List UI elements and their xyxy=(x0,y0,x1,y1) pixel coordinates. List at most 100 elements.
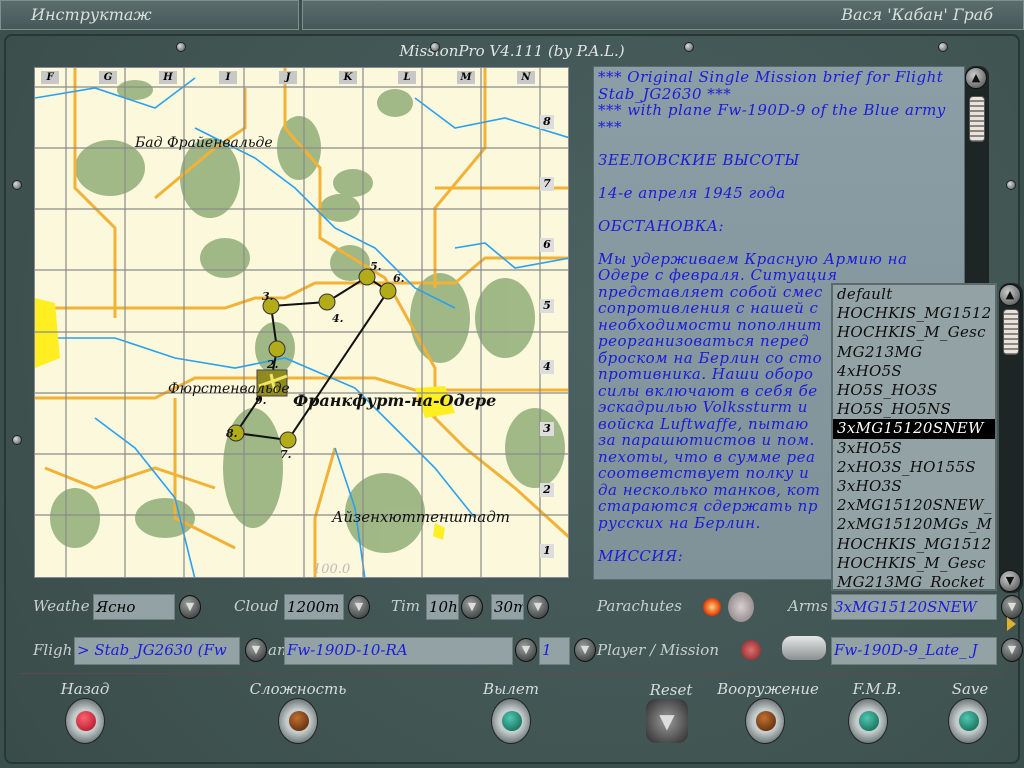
parachutes-lamp-icon xyxy=(703,598,721,616)
map-column-label: F xyxy=(41,71,59,84)
map-row-label: 5 xyxy=(540,299,554,313)
count-field[interactable]: 1 xyxy=(539,637,570,665)
arms-option[interactable]: 2xHO3S_HO155S xyxy=(833,458,995,477)
arms-option[interactable]: HOCHKIS_M_Gesc xyxy=(833,323,995,342)
screw-icon xyxy=(176,42,186,52)
plane-dropdown-icon[interactable]: ▼ xyxy=(515,638,537,662)
mission-map[interactable]: F G H I J K L M N Бад Фрайенвальде Фюрстенвальде Ф… xyxy=(34,67,569,578)
arms-option[interactable]: HOCHKIS_M_Gesc xyxy=(833,554,995,573)
brief-line xyxy=(598,135,960,152)
map-row-label: 6 xyxy=(540,238,554,252)
map-town-label: Фюрстенвальде xyxy=(168,381,290,397)
arms-dropdown-icon[interactable]: ▼ xyxy=(1001,595,1023,619)
cloud-label: Cloud xyxy=(234,597,279,615)
map-row-label: 3 xyxy=(540,422,554,436)
waypoint-label: 2. xyxy=(267,358,279,371)
app-title: MissionPro V4.111 (by P.A.L.) xyxy=(399,42,625,60)
screw-icon xyxy=(684,42,694,52)
waypoint-marker[interactable] xyxy=(268,340,286,358)
save-label: Save xyxy=(951,680,989,698)
map-canvas[interactable] xyxy=(35,68,569,578)
scroll-up-icon[interactable]: ▲ xyxy=(999,284,1021,306)
weather-dropdown-icon[interactable]: ▼ xyxy=(179,595,201,619)
brief-line xyxy=(598,234,960,251)
screw-icon xyxy=(938,42,948,52)
brief-line: ЗЕЕЛОВСКИЕ ВЫСОТЫ xyxy=(598,150,800,169)
arms-option[interactable]: 4xHO5S xyxy=(833,362,995,381)
difficulty-label: Сложность xyxy=(249,680,347,698)
fly-label: Вылет xyxy=(483,680,539,698)
parachutes-toggle[interactable] xyxy=(728,592,754,622)
map-row-label: 4 xyxy=(540,360,554,374)
arms-field[interactable]: 3xMG15120SNEW xyxy=(831,594,997,620)
arms-option[interactable]: 3xHO3S xyxy=(833,477,995,496)
scroll-up-icon[interactable]: ▲ xyxy=(965,67,987,89)
hour-dropdown-icon[interactable]: ▼ xyxy=(461,595,483,619)
weather-field[interactable]: Ясно xyxy=(93,594,175,620)
arms-option[interactable]: MG213MG_Rocket xyxy=(833,573,995,589)
waypoint-label: 6. xyxy=(393,272,405,285)
waypoint-label: 4. xyxy=(332,312,344,325)
brief-line xyxy=(598,201,960,218)
waypoint-marker[interactable] xyxy=(379,282,397,300)
map-column-label: M xyxy=(457,71,475,84)
screw-icon xyxy=(1006,180,1016,190)
map-row-label: 8 xyxy=(540,115,554,129)
waypoint-label: 8. xyxy=(226,427,238,440)
tab-briefing[interactable]: Инструктаж xyxy=(0,0,299,30)
cloud-dropdown-icon[interactable]: ▼ xyxy=(348,595,370,619)
screw-icon xyxy=(12,435,22,445)
waypoint-marker[interactable] xyxy=(279,431,297,449)
save-button[interactable] xyxy=(948,698,988,744)
map-column-label: L xyxy=(398,71,416,84)
arms-option[interactable]: 2xMG15120MGs_M xyxy=(833,515,995,534)
arms-dropdown-list[interactable]: default HOCHKIS_MG1512 HOCHKIS_M_Gesc MG213… xyxy=(831,283,997,591)
pilot-name-tab: Вася 'Кабан' Граб xyxy=(302,0,1024,30)
scroll-down-icon[interactable]: ▼ xyxy=(999,570,1021,592)
back-button[interactable] xyxy=(65,698,105,744)
waypoint-marker[interactable] xyxy=(318,293,336,311)
scroll-thumb[interactable] xyxy=(969,96,985,142)
arms-option[interactable]: 2xMG15120SNEW_ xyxy=(833,496,995,515)
arms-option[interactable]: 3xHO5S xyxy=(833,439,995,458)
arms-option[interactable]: HOCHKIS_MG1512 xyxy=(833,304,995,323)
arms-list-scrollbar[interactable]: ▲ ▼ xyxy=(999,283,1023,593)
map-row-label: 1 xyxy=(540,544,554,558)
time-label: Tim xyxy=(391,597,421,615)
flight-dropdown-icon[interactable]: ▼ xyxy=(245,638,267,662)
count-dropdown-icon[interactable]: ▼ xyxy=(574,638,596,662)
map-town-label: Франкфурт-на-Одере xyxy=(293,391,497,410)
arms-option[interactable]: HO5S_HO3S xyxy=(833,381,995,400)
arms-option[interactable]: HOCHKIS_MG1512 xyxy=(833,535,995,554)
map-column-label: G xyxy=(99,71,117,84)
scroll-thumb[interactable] xyxy=(1003,309,1019,355)
cloud-field[interactable]: 1200m xyxy=(284,594,344,620)
player-plane-dropdown-icon[interactable]: ▼ xyxy=(1001,638,1023,662)
player-plane-field[interactable]: Fw-190D-9_Late_ J xyxy=(831,637,997,665)
difficulty-button[interactable] xyxy=(278,698,318,744)
brief-line: 14-е апреля 1945 года xyxy=(598,183,786,202)
plane-field[interactable]: Fw-190D-10-RA xyxy=(284,637,513,665)
hour-field[interactable]: 10h xyxy=(426,594,459,620)
map-column-label: H xyxy=(159,71,177,84)
arms-option[interactable]: MG213MG xyxy=(833,343,995,362)
fmb-button[interactable] xyxy=(848,698,888,744)
minute-field[interactable]: 30m xyxy=(491,594,524,620)
brief-line xyxy=(598,168,960,185)
arms-option[interactable]: default xyxy=(833,285,995,304)
screw-icon xyxy=(430,42,440,52)
brief-line: *** with plane Fw-190D-9 of the Blue arm… xyxy=(598,101,952,136)
arms-option[interactable]: 3xMG15120SNEW xyxy=(833,419,995,439)
reset-button[interactable]: ▼ xyxy=(646,699,688,743)
back-label: Назад xyxy=(60,680,110,698)
fly-button[interactable] xyxy=(491,698,531,744)
arms-option[interactable]: HO5S_HO5NS xyxy=(833,400,995,419)
map-column-labels: F G H I J K L M N xyxy=(35,68,568,87)
map-column-label: I xyxy=(219,71,237,84)
brief-line: *** Original Single Mission brief for Fl… xyxy=(598,68,949,103)
map-column-label: J xyxy=(279,71,297,84)
arming-button[interactable] xyxy=(745,698,785,744)
player-mission-toggle[interactable] xyxy=(782,636,826,660)
minute-dropdown-icon[interactable]: ▼ xyxy=(527,595,549,619)
flight-field[interactable]: > Stab_JG2630 (Fw xyxy=(74,637,240,665)
